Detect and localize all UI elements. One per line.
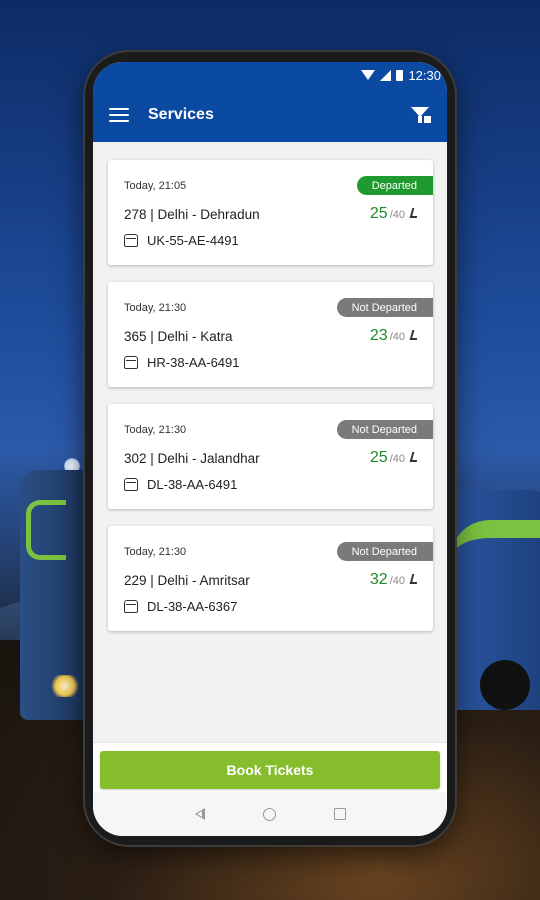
seat-count: 25 /40 — [369, 449, 420, 467]
bus-number-row: UK-55-AE-4491 — [124, 233, 239, 248]
service-card[interactable]: Today, 21:30 Not Departed 229 | Delhi - … — [108, 526, 433, 631]
service-time: Today, 21:30 — [124, 302, 187, 314]
seat-icon — [409, 452, 420, 462]
seat-count: 23 /40 — [369, 327, 420, 345]
seat-icon — [409, 574, 420, 584]
home-icon[interactable] — [262, 807, 276, 821]
back-icon[interactable] — [194, 808, 205, 820]
status-badge: Not Departed — [336, 542, 433, 561]
seats-available: 25 — [369, 205, 388, 222]
seats-available: 32 — [369, 571, 388, 588]
seat-count: 25 /40 — [369, 205, 420, 223]
status-badge: Departed — [356, 176, 433, 195]
status-badge: Not Departed — [336, 298, 433, 317]
service-card[interactable]: Today, 21:30 Not Departed 365 | Delhi - … — [108, 282, 433, 387]
seats-available: 25 — [369, 449, 388, 466]
page-title: Services — [148, 106, 214, 123]
bus-icon — [124, 234, 138, 247]
service-route: 229 | Delhi - Amritsar — [124, 573, 250, 588]
bus-number: DL-38-AA-6491 — [147, 477, 238, 492]
recent-apps-icon[interactable] — [333, 808, 346, 820]
book-tickets-button[interactable]: Book Tickets — [100, 751, 440, 789]
service-card[interactable]: Today, 21:30 Not Departed 302 | Delhi - … — [108, 404, 433, 509]
status-bar: 12:30 — [93, 62, 447, 88]
service-route: 365 | Delhi - Katra — [124, 329, 233, 344]
seat-icon — [409, 330, 420, 340]
service-route: 278 | Delhi - Dehradun — [124, 207, 260, 222]
bus-number: DL-38-AA-6367 — [147, 599, 238, 614]
bus-number: UK-55-AE-4491 — [147, 233, 239, 248]
service-route: 302 | Delhi - Jalandhar — [124, 451, 260, 466]
status-badge: Not Departed — [336, 420, 433, 439]
seats-total: /40 — [389, 331, 405, 343]
service-time: Today, 21:05 — [124, 180, 187, 192]
seats-available: 23 — [369, 327, 388, 344]
service-time: Today, 21:30 — [124, 424, 187, 436]
bus-number: HR-38-AA-6491 — [147, 355, 240, 370]
app-bar: Services — [93, 88, 447, 142]
wifi-icon — [361, 70, 376, 80]
service-card[interactable]: Today, 21:05 Departed 278 | Delhi - Dehr… — [108, 160, 433, 265]
services-list: Today, 21:05 Departed 278 | Delhi - Dehr… — [93, 142, 447, 742]
hamburger-icon[interactable] — [109, 108, 129, 122]
seats-total: /40 — [389, 575, 405, 587]
android-nav-bar — [93, 792, 447, 836]
battery-icon — [396, 69, 404, 81]
bus-number-row: HR-38-AA-6491 — [124, 355, 240, 370]
bus-icon — [124, 478, 138, 491]
background-bus-right — [440, 490, 540, 710]
seat-count: 32 /40 — [369, 571, 420, 589]
service-time: Today, 21:30 — [124, 546, 187, 558]
phone-screen: 12:30 Services Today, 21:05 Departed 278… — [93, 62, 447, 836]
book-bar: Book Tickets — [93, 742, 447, 792]
bus-icon — [124, 600, 138, 613]
seats-total: /40 — [389, 209, 405, 221]
seat-icon — [409, 208, 420, 218]
signal-icon — [380, 69, 392, 81]
bus-icon — [124, 356, 138, 369]
bus-number-row: DL-38-AA-6491 — [124, 477, 237, 492]
status-time: 12:30 — [408, 67, 441, 83]
filter-icon[interactable] — [411, 104, 433, 126]
bus-number-row: DL-38-AA-6367 — [124, 599, 237, 614]
seats-total: /40 — [389, 453, 405, 465]
